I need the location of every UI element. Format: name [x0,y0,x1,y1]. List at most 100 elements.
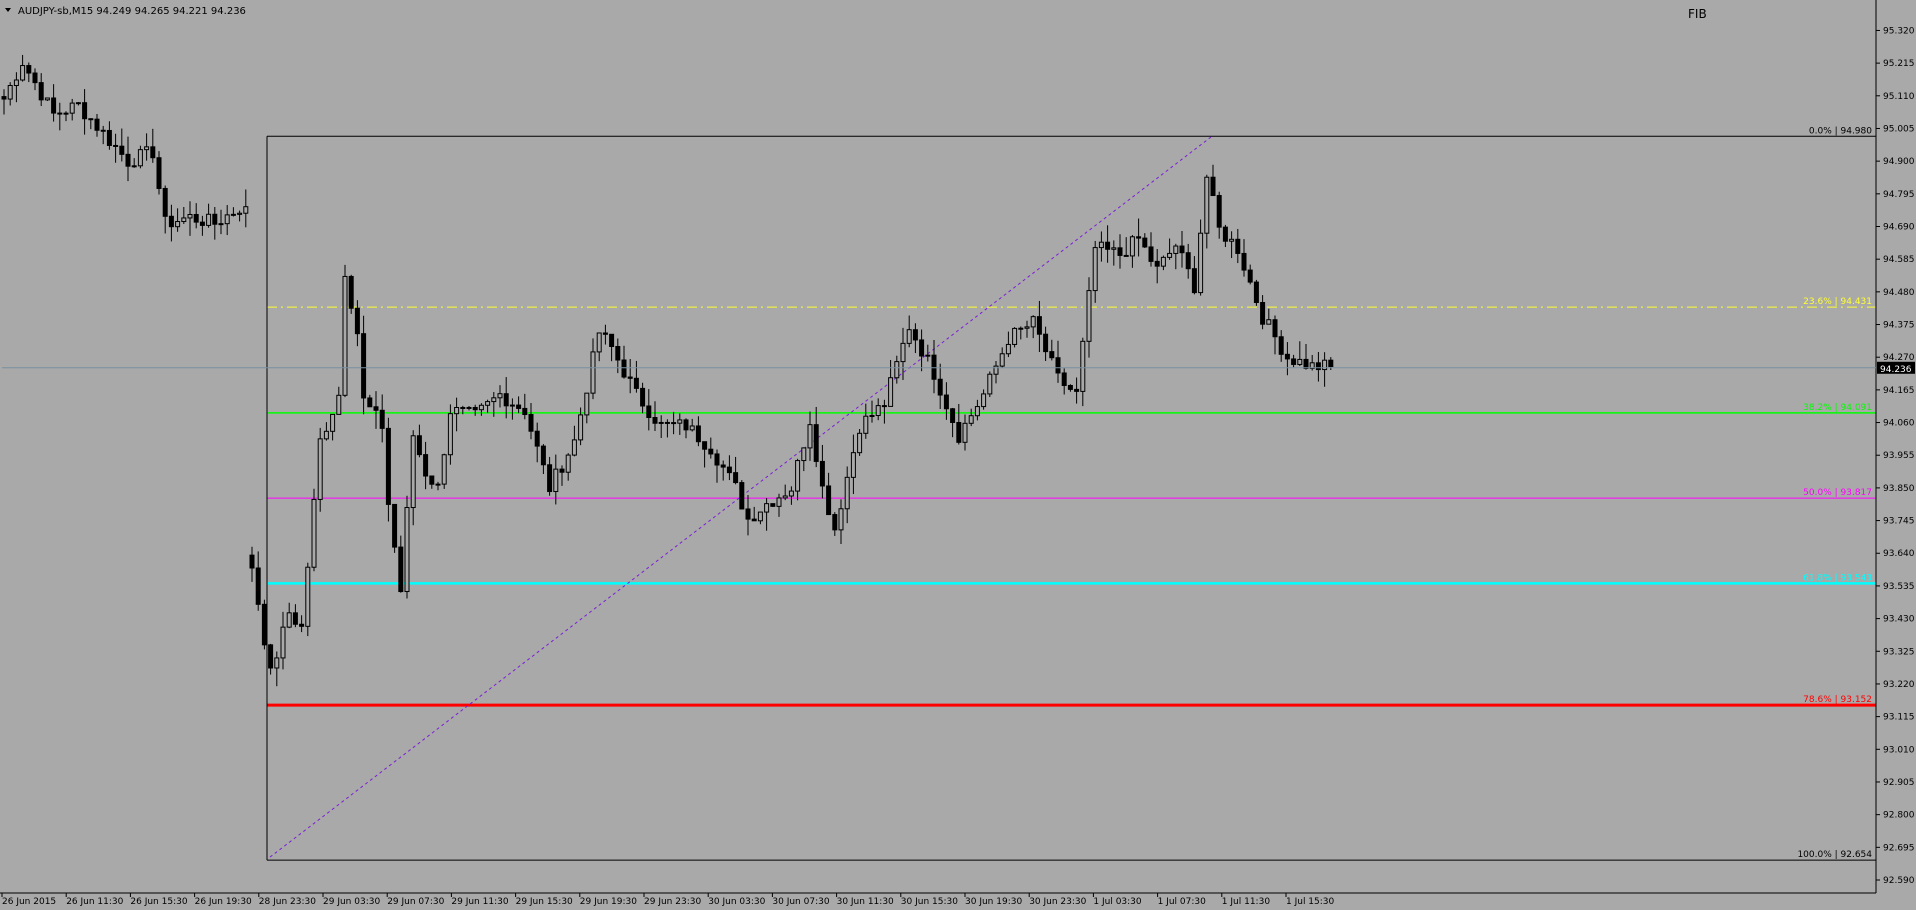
candle-body [38,82,44,101]
candle-body [392,503,398,548]
candle-body [193,213,199,223]
candle-body [125,153,131,167]
price-tick-label: 93.850 [1883,484,1915,494]
price-tick-label: 95.005 [1883,124,1915,134]
price-tick-label: 92.695 [1883,843,1915,853]
candle-body [819,460,825,487]
candle-body [782,495,788,499]
symbol-header: AUDJPY-sb,M15 94.249 94.265 94.221 94.23… [18,6,246,17]
time-tick-label: 1 Jul 15:30 [1286,897,1335,906]
candle-body [516,404,522,409]
candle-body [7,85,13,100]
time-tick-label: 29 Jun 19:30 [580,897,637,906]
time-tick-label: 26 Jun 11:30 [66,897,123,906]
candle-body [336,394,342,415]
candle-body [82,102,88,120]
candle-body [1049,351,1055,359]
candle-body [807,424,813,449]
candle-body [305,566,311,627]
candle-body [1086,290,1092,342]
candle-body [367,397,373,408]
candle-body [702,441,708,450]
candle-body [1098,241,1104,249]
candle-body [1160,256,1166,267]
price-tick-label: 94.060 [1883,419,1915,429]
candle-body [596,332,602,353]
candle-body [1055,357,1061,374]
candle-body [342,275,348,396]
candle-body [323,430,329,440]
candle-body [540,445,546,466]
price-tick-label: 94.585 [1883,255,1915,265]
candle-body [1129,236,1135,257]
candle-body [88,118,94,121]
candle-body [1036,316,1042,335]
candle-body [937,378,943,396]
candle-body [429,475,435,485]
candle-body [1018,327,1024,330]
candle-body [553,468,559,493]
fib-level-label: 50.0% | 93.817 [1803,488,1872,498]
fib-indicator-label: FIB [1688,7,1707,21]
fib-level-label: 0.0% | 94.980 [1809,126,1872,136]
chart-window[interactable]: 0.0% | 94.980 23.6% | 94.431 38.2% | 94.09… [0,0,1916,907]
price-tick-label: 93.955 [1883,451,1915,461]
candle-body [423,454,429,477]
time-tick-label: 29 Jun 07:30 [387,897,444,906]
candle-body [454,407,460,415]
candle-body [565,454,571,473]
candle-body [1030,316,1036,328]
candle-body [348,275,354,309]
candle-body [559,468,565,473]
candle-body [20,65,26,81]
candle-body [447,413,453,456]
candle-body [590,351,596,394]
candle-body [144,146,150,151]
candle-body [255,567,261,605]
candle-body [863,415,869,434]
candle-body [912,329,918,341]
candle-body [1136,236,1142,239]
candle-body [1061,372,1067,386]
candle-body [689,425,695,431]
price-tick-label: 93.535 [1883,582,1915,592]
candle-body [106,129,112,146]
candle-body [156,157,162,189]
candle-body [472,406,478,411]
candle-body [547,464,553,493]
candle-body [503,393,509,407]
candle-body [13,79,19,87]
candle-body [894,361,900,379]
current-price-label: 94.236 [1880,365,1912,375]
price-tick-label: 95.110 [1883,92,1915,102]
candle-body [999,353,1005,367]
candle-body [509,404,515,407]
fib-level-label: 61.8% | 93.543 [1803,573,1872,583]
candle-body [615,346,621,361]
candle-body [1142,237,1148,248]
candle-body [1080,340,1086,392]
candle-body [1179,245,1185,254]
candle-body [1092,247,1098,292]
candle-body [764,503,770,513]
candlestick-chart[interactable]: 0.0% | 94.980 23.6% | 94.431 38.2% | 94.09… [0,0,1916,907]
candle-body [571,439,577,456]
time-tick-label: 30 Jun 11:30 [837,897,894,906]
time-tick-label: 30 Jun 15:30 [901,897,958,906]
candle-body [224,214,230,225]
candle-body [485,401,491,406]
candle-body [385,427,391,505]
time-tick-label: 29 Jun 11:30 [451,897,508,906]
candle-body [1123,254,1129,257]
candle-body [75,102,81,105]
time-tick-label: 1 Jul 03:30 [1093,897,1142,906]
candle-body [1222,226,1228,242]
candle-body [1253,281,1259,304]
candle-body [69,102,75,114]
price-tick-label: 93.430 [1883,615,1915,625]
candle-body [379,409,385,429]
candle-body [119,145,125,155]
candle-body [745,508,751,520]
candle-body [317,438,323,500]
candle-body [398,546,404,593]
